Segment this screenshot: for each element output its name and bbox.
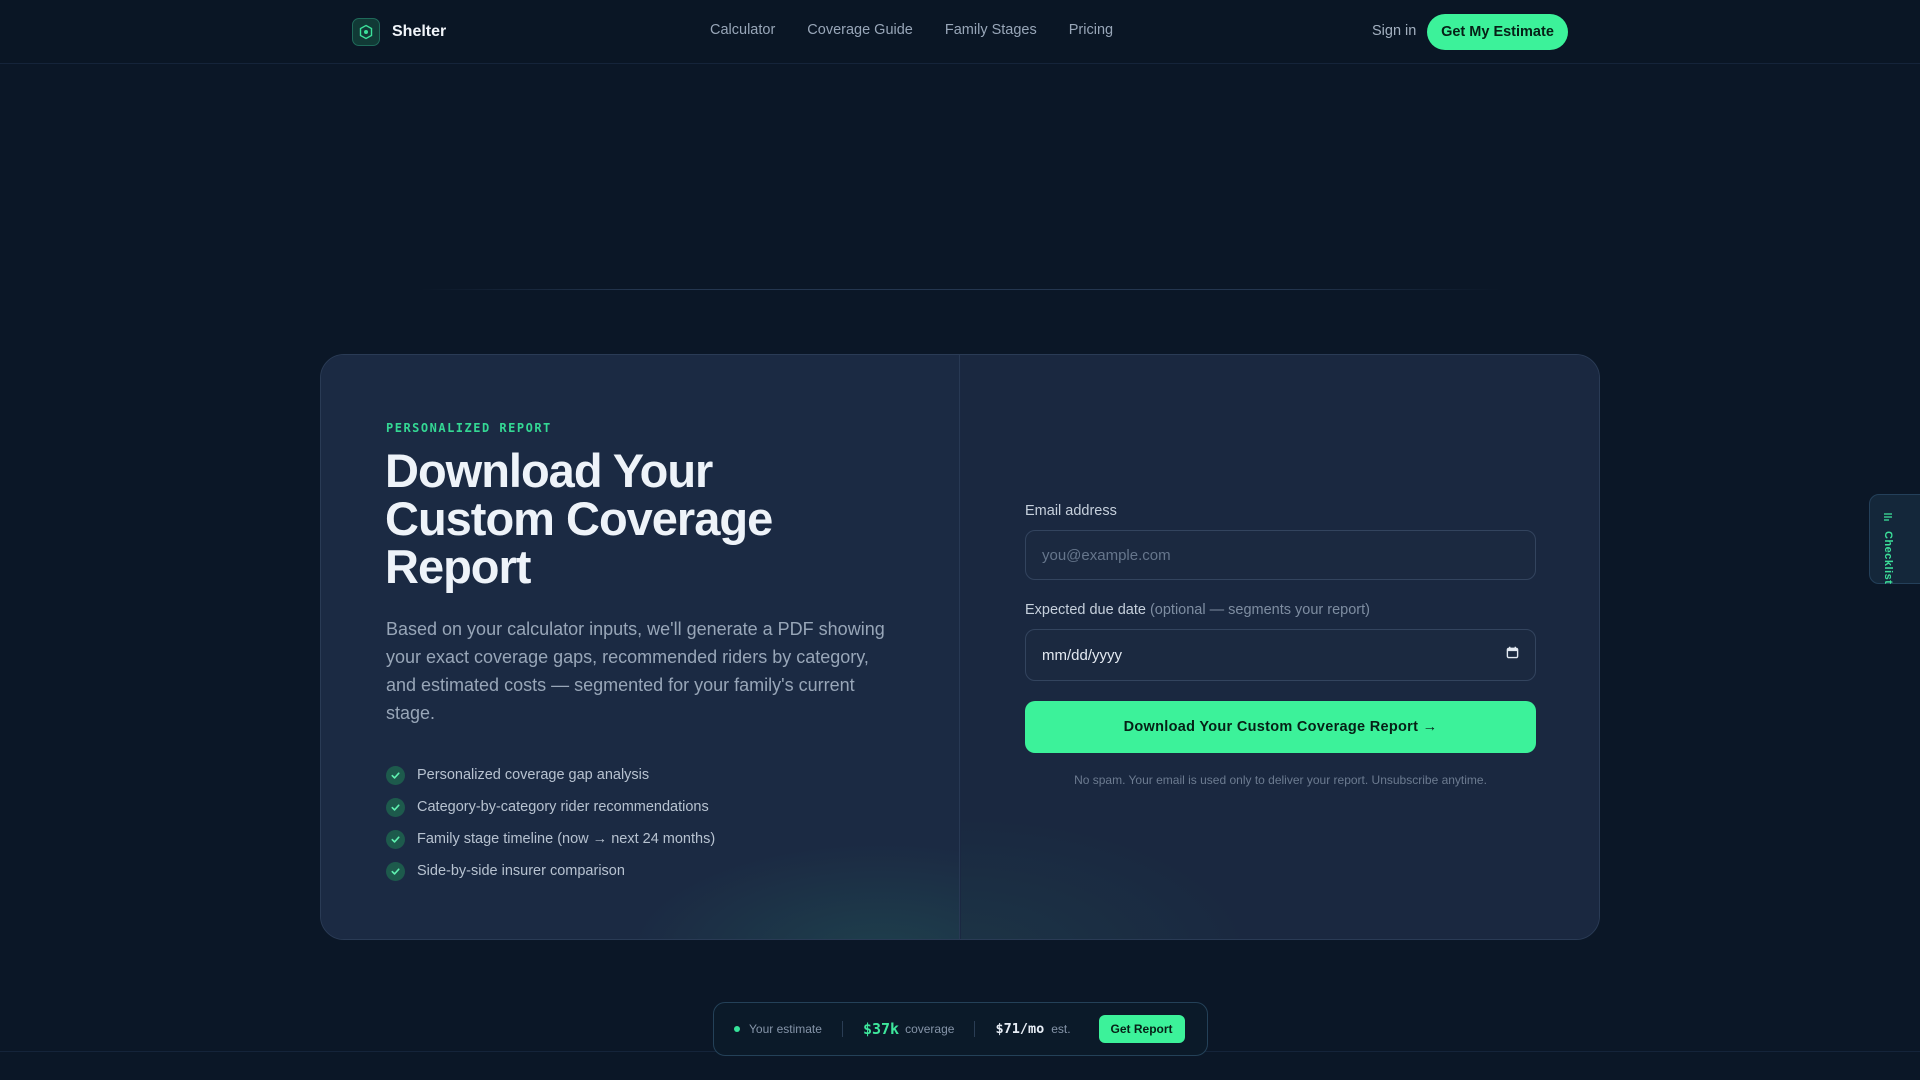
report-form-panel: Email address Expected due date (optiona… (961, 355, 1599, 939)
section-divider (420, 289, 1500, 290)
monthly-cost: $71/mo (995, 1021, 1045, 1037)
coverage-amount: $37k (862, 1020, 900, 1038)
brand-name: Shelter (392, 23, 447, 40)
due-date-placeholder: mm/dd/yyyy (1042, 646, 1123, 664)
nav-link-coverage-guide[interactable]: Coverage Guide (807, 22, 913, 38)
nav-links: Calculator Coverage Guide Family Stages … (710, 22, 1113, 38)
email-input[interactable] (1025, 530, 1536, 580)
checklist-side-tab[interactable]: Checklist (1869, 494, 1920, 584)
report-title: Download Your Custom Coverage Report (385, 444, 773, 593)
email-label: Email address (1025, 503, 1117, 519)
nav-link-pricing[interactable]: Pricing (1069, 22, 1113, 38)
due-date-label-text: Expected due date (1025, 602, 1146, 618)
get-estimate-button[interactable]: Get My Estimate (1427, 14, 1568, 50)
check-icon (386, 861, 405, 881)
due-date-optional-hint: (optional — segments your report) (1149, 602, 1370, 618)
status-dot-icon (734, 1026, 740, 1032)
sign-in-link[interactable]: Sign in (1372, 23, 1416, 39)
feature-text: Personalized coverage gap analysis (417, 767, 650, 783)
eyebrow-label: PERSONALIZED REPORT (386, 421, 552, 435)
feature-list: Personalized coverage gap analysis Categ… (386, 759, 715, 887)
feature-text: Side-by-side insurer comparison (417, 863, 625, 879)
nav-link-calculator[interactable]: Calculator (710, 22, 775, 38)
brand[interactable]: Shelter (352, 18, 446, 46)
side-tab-label: Checklist (1882, 531, 1894, 585)
calendar-icon[interactable] (1506, 646, 1519, 664)
check-icon (386, 765, 405, 785)
get-report-button[interactable]: Get Report (1098, 1015, 1185, 1043)
check-icon (386, 829, 405, 849)
estimate-label: Your estimate (749, 1022, 822, 1036)
report-info-panel: PERSONALIZED REPORT Download Your Custom… (321, 355, 960, 939)
separator (974, 1021, 976, 1037)
download-report-button[interactable]: Download Your Custom Coverage Report → (1025, 701, 1536, 753)
feature-text: Category-by-category rider recommendatio… (417, 799, 709, 815)
report-card: PERSONALIZED REPORT Download Your Custom… (320, 354, 1600, 940)
monthly-label: est. (1051, 1022, 1071, 1036)
top-nav: Shelter Calculator Coverage Guide Family… (0, 0, 1920, 64)
separator (841, 1021, 843, 1037)
report-description: Based on your calculator inputs, we'll g… (386, 619, 885, 723)
due-date-input[interactable]: mm/dd/yyyy (1025, 629, 1536, 681)
due-date-label: Expected due date (optional — segments y… (1025, 602, 1370, 618)
feature-text: Family stage timeline (now → next 24 mon… (417, 831, 716, 847)
feature-item: Side-by-side insurer comparison (386, 855, 715, 887)
coverage-label: coverage (905, 1022, 955, 1036)
check-icon (386, 797, 405, 817)
feature-item: Category-by-category rider recommendatio… (386, 791, 715, 823)
estimate-bar: Your estimate $37k coverage $71/mo est. … (713, 1002, 1208, 1056)
feature-item: Personalized coverage gap analysis (386, 759, 715, 791)
shield-logo-icon (352, 18, 380, 46)
privacy-note: No spam. Your email is used only to deli… (1074, 773, 1487, 787)
side-tab-content: Checklist (1882, 509, 1894, 584)
list-icon (1883, 509, 1893, 527)
feature-item: Family stage timeline (now → next 24 mon… (386, 823, 715, 855)
nav-link-family-stages[interactable]: Family Stages (945, 22, 1037, 38)
